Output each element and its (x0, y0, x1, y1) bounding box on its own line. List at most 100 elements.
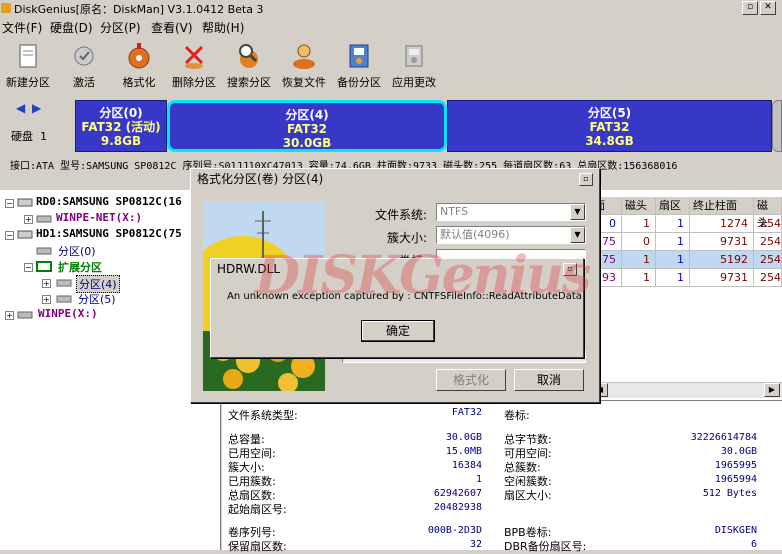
search-partition-label: 搜索分区 (227, 76, 271, 89)
column-header[interactable]: 磁头 (622, 197, 656, 215)
column-header[interactable]: 扇区 (656, 197, 690, 215)
prop-value: 32 (469, 539, 482, 550)
close-button[interactable]: ✕ (760, 1, 776, 15)
scroll-right-arrow[interactable]: ▶ (764, 383, 780, 397)
new-partition-label: 新建分区 (6, 76, 50, 89)
hard-disk-icon (17, 230, 33, 239)
format-icon (128, 43, 150, 69)
tree-toggle-extended[interactable]: − (24, 263, 33, 272)
recover-file-button[interactable]: 恢复文件 (279, 40, 329, 94)
recover-file-icon (293, 44, 315, 69)
apply-changes-icon (405, 45, 423, 67)
error-dialog-title: HDRW.DLL (217, 262, 281, 276)
prop-value: 20482938 (433, 502, 482, 513)
format-cancel-button[interactable]: 取消 (514, 369, 584, 391)
prop-value: 6 (750, 539, 757, 550)
table-cell: 1 (656, 269, 690, 287)
tree-toggle-winpe-net[interactable]: + (24, 215, 33, 224)
hard-disk-icon (17, 198, 33, 207)
partition-5-name: 分区(5) (587, 106, 632, 120)
new-partition-icon (19, 44, 37, 68)
format-button[interactable]: 格式化 (114, 40, 164, 94)
format-dialog-close-button[interactable]: ▫ (579, 173, 593, 186)
tree-node-partition-0[interactable]: 分区(0) (58, 243, 96, 259)
table-cell: 0 (622, 233, 656, 251)
tree-toggle-partition-5[interactable]: + (42, 295, 51, 304)
tree-node-winpe[interactable]: WINPE(X:) (38, 307, 98, 320)
menu-view[interactable]: 查看(V) (151, 19, 193, 36)
toolbar: 新建分区 激活 格式化 删除分区 搜索分区 恢复文件 备份分区 应用更改 (0, 37, 442, 95)
tree-toggle-partition-4[interactable]: + (42, 279, 51, 288)
tree-node-rd0[interactable]: RD0:SAMSUNG SP0812C(16 (36, 195, 182, 208)
partition-5-fs: FAT32 (589, 120, 630, 134)
app-icon (1, 3, 11, 13)
horizontal-scrollbar[interactable]: ◀ ▶ (592, 382, 782, 398)
cluster-label: 簇大小: (387, 231, 428, 245)
unallocated-block (772, 100, 782, 152)
prop-value: 1965995 (714, 460, 757, 471)
search-partition-icon (239, 44, 258, 68)
ok-button[interactable]: 确定 (361, 320, 435, 342)
volume-icon (17, 311, 33, 319)
disk-label: 硬盘 1 (11, 130, 47, 143)
tree-node-extended[interactable]: 扩展分区 (58, 259, 102, 275)
extended-partition-icon (36, 261, 52, 272)
activate-button[interactable]: 激活 (59, 40, 109, 94)
search-partition-button[interactable]: 搜索分区 (224, 40, 274, 94)
prop-value: 15.0MB (445, 446, 482, 457)
prop-label: 起始扇区号: (228, 503, 287, 516)
partition-4-block[interactable]: 分区(4) FAT32 30.0GB (167, 100, 447, 152)
menu-help[interactable]: 帮助(H) (202, 19, 244, 36)
menu-partition[interactable]: 分区(P) (100, 19, 141, 36)
format-start-button[interactable]: 格式化 (436, 369, 506, 391)
format-dialog-title: 格式化分区(卷) 分区(4) (194, 172, 596, 188)
column-header[interactable]: 磁头 (754, 197, 782, 229)
tree-toggle-winpe[interactable]: + (5, 311, 14, 320)
delete-partition-label: 删除分区 (172, 76, 216, 89)
backup-partition-button[interactable]: 备份分区 (334, 40, 384, 94)
prop-value: 000B-2D3D (427, 525, 482, 536)
new-partition-button[interactable]: 新建分区 (3, 40, 53, 94)
fs-select[interactable]: NTFS ▼ (436, 203, 586, 221)
cluster-select[interactable]: 默认值(4096) ▼ (436, 226, 586, 244)
chevron-down-icon[interactable]: ▼ (570, 204, 585, 220)
fs-select-value: NTFS (440, 205, 469, 218)
tree-node-partition-5[interactable]: 分区(5) (78, 291, 116, 307)
tree-toggle-rd0[interactable]: − (5, 199, 14, 208)
nav-right-arrow[interactable]: ▶ (32, 101, 41, 115)
partition-0-block[interactable]: 分区(0) FAT32 (活动) 9.8GB (75, 100, 167, 152)
tree-toggle-hd1[interactable]: − (5, 231, 14, 240)
restore-button[interactable]: ▫ (742, 1, 758, 15)
delete-partition-button[interactable]: 删除分区 (169, 40, 219, 94)
table-cell: 9731 (690, 269, 754, 287)
table-cell: 254 (754, 251, 782, 269)
partition-0-name: 分区(0) (99, 106, 143, 120)
prop-label: 保留扇区数: (228, 540, 287, 553)
partition-0-size: 9.8GB (100, 134, 142, 148)
menu-file[interactable]: 文件(F) (2, 19, 42, 36)
partition-5-block[interactable]: 分区(5) FAT32 34.8GB (447, 100, 772, 152)
partition-0-fs: FAT32 (活动) (81, 120, 161, 134)
table-cell: 1 (622, 251, 656, 269)
chevron-down-icon[interactable]: ▼ (570, 227, 585, 243)
tree-node-hd1[interactable]: HD1:SAMSUNG SP0812C(75 (36, 227, 182, 240)
prop-label: 扇区大小: (504, 489, 552, 502)
menu-disk[interactable]: 硬盘(D) (50, 19, 93, 36)
apply-changes-button[interactable]: 应用更改 (389, 40, 439, 94)
partition-4-size: 30.0GB (282, 136, 332, 150)
table-cell: 1 (656, 215, 690, 233)
prop-value: DISKGEN (714, 525, 757, 536)
delete-partition-icon (184, 45, 204, 69)
column-header[interactable]: 终止柱面 (690, 197, 754, 215)
apply-changes-label: 应用更改 (392, 76, 436, 89)
tree-node-winpe-net[interactable]: WINPE-NET(X:) (56, 211, 142, 224)
nav-left-arrow[interactable]: ◀ (16, 101, 25, 115)
prop-value: 32226614784 (690, 432, 757, 443)
table-cell: 1 (656, 233, 690, 251)
volume-icon (56, 295, 72, 303)
recover-file-label: 恢复文件 (282, 76, 326, 89)
activate-label: 激活 (73, 76, 95, 89)
error-dialog-close-button[interactable]: ▫ (563, 263, 577, 276)
error-dialog: HDRW.DLL ▫ An unknown exception captured… (210, 258, 584, 358)
title-bar: DiskGenius[原名：DiskMan] V3.1.0412 Beta 3 … (0, 0, 782, 17)
